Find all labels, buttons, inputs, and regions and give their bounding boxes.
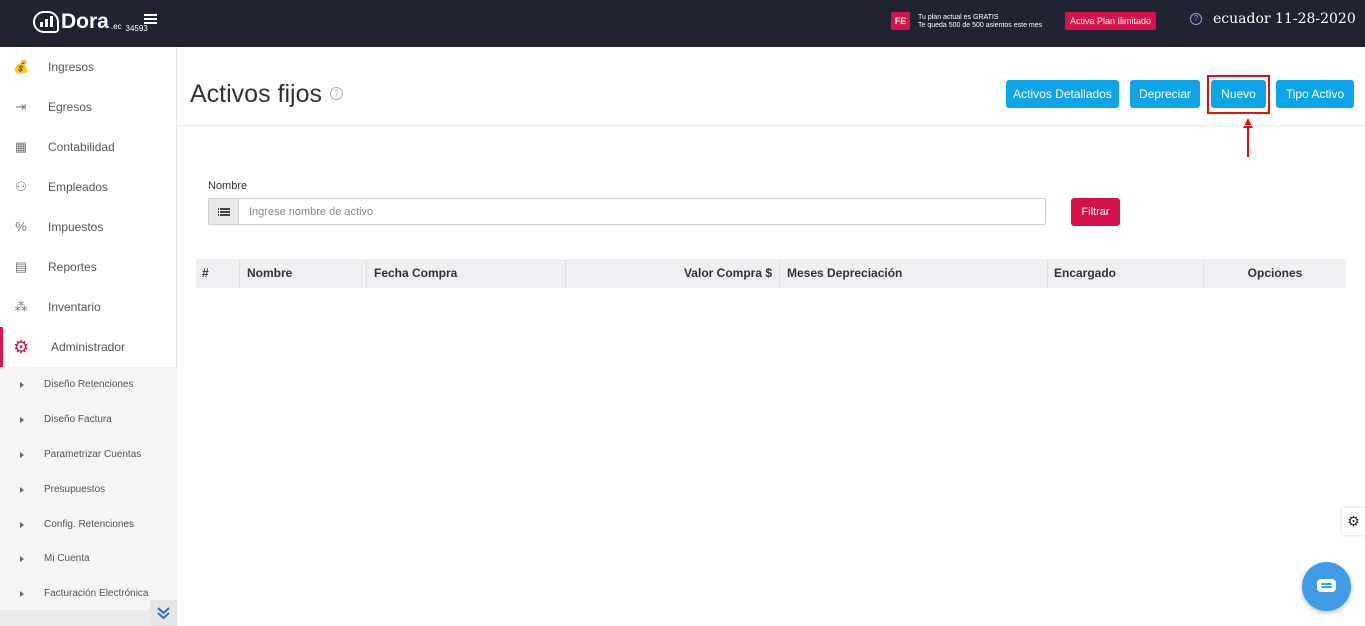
transfer-out-icon: ⇥ bbox=[15, 99, 27, 114]
sidebar-item-label: Empleados bbox=[48, 180, 109, 194]
submenu-item-presupuestos[interactable]: Presupuestos bbox=[0, 472, 177, 507]
sidebar-item-reportes[interactable]: ▤ Reportes bbox=[0, 247, 177, 287]
column-header-opciones[interactable]: Opciones bbox=[1204, 259, 1346, 288]
submenu-item-label: Parametrizar Cuentas bbox=[44, 449, 142, 460]
activate-plan-button[interactable]: Activa Plan Ilimitado bbox=[1065, 12, 1157, 30]
chat-bubble-icon bbox=[1317, 579, 1336, 592]
caret-right-icon bbox=[20, 381, 24, 388]
submenu-item-partial[interactable] bbox=[0, 610, 150, 626]
tax-icon: % bbox=[15, 219, 27, 234]
plan-line-2: Te queda 500 de 500 asientos este mes bbox=[918, 22, 1043, 29]
sidebar-item-ingresos[interactable]: 💰 Ingresos bbox=[0, 47, 177, 87]
help-icon[interactable]: ? bbox=[1190, 13, 1202, 25]
logo-name: Dora bbox=[61, 10, 109, 33]
dora-logo[interactable]: Dora .ec 34593 bbox=[33, 11, 148, 33]
submenu-item-label: Mi Cuenta bbox=[44, 553, 90, 564]
administrador-submenu: Diseño Retenciones Diseño Factura Parame… bbox=[0, 367, 177, 626]
logo-suffix: .ec bbox=[110, 22, 122, 31]
caret-right-icon bbox=[20, 416, 24, 423]
filter-button[interactable]: Filtrar bbox=[1071, 198, 1120, 226]
caret-right-icon bbox=[20, 555, 24, 562]
activos-detallados-button[interactable]: Activos Detallados bbox=[1006, 80, 1119, 108]
sidebar-item-label: Administrador bbox=[51, 340, 126, 354]
divider bbox=[178, 125, 1365, 126]
caret-right-icon bbox=[20, 590, 24, 597]
double-chevron-down-icon bbox=[157, 607, 170, 620]
account-number: 34593 bbox=[125, 24, 148, 33]
page-title: Activos fijos bbox=[190, 80, 322, 108]
list-icon bbox=[208, 198, 239, 225]
fe-badge: FE bbox=[891, 12, 910, 30]
assets-table-header: # Nombre Fecha Compra Valor Compra $ Mes… bbox=[196, 259, 1346, 288]
chart-logo-icon bbox=[33, 11, 59, 33]
submenu-item-diseno-factura[interactable]: Diseño Factura bbox=[0, 402, 177, 437]
settings-gear-icon[interactable]: ⚙ bbox=[1342, 508, 1365, 535]
sidebar-item-inventario[interactable]: ⁂ Inventario bbox=[0, 287, 177, 327]
submenu-item-config-retenciones[interactable]: Config. Retenciones bbox=[0, 507, 177, 542]
money-bag-icon: 💰 bbox=[13, 59, 30, 74]
column-header-number[interactable]: # bbox=[196, 259, 240, 288]
org-chart-icon: ⚇ bbox=[15, 179, 27, 194]
submenu-item-label: Config. Retenciones bbox=[44, 519, 135, 530]
column-header-fecha-compra[interactable]: Fecha Compra bbox=[367, 259, 566, 288]
caret-right-icon bbox=[20, 521, 24, 528]
submenu-item-label: Diseño Retenciones bbox=[44, 379, 134, 390]
hamburger-menu-icon[interactable] bbox=[144, 14, 157, 25]
annotation-highlight-box bbox=[1207, 75, 1270, 114]
submenu-item-label: Facturación Electrónica bbox=[44, 588, 149, 599]
depreciar-button[interactable]: Depreciar bbox=[1130, 80, 1200, 108]
plan-line-1: Tu plan actual es GRATIS bbox=[918, 14, 999, 21]
user-country-date[interactable]: ecuador 11-28-2020 bbox=[1213, 11, 1356, 27]
sidebar-item-contabilidad[interactable]: ▦ Contabilidad bbox=[0, 127, 177, 167]
asset-name-search-input[interactable] bbox=[238, 198, 1046, 225]
submenu-item-mi-cuenta[interactable]: Mi Cuenta bbox=[0, 541, 177, 576]
caret-right-icon bbox=[20, 486, 24, 493]
submenu-item-label: Diseño Factura bbox=[44, 414, 112, 425]
sidebar-item-impuestos[interactable]: % Impuestos bbox=[0, 207, 177, 247]
sidebar-item-empleados[interactable]: ⚇ Empleados bbox=[0, 167, 177, 207]
report-icon: ▤ bbox=[14, 259, 28, 274]
filter-name-label: Nombre bbox=[208, 180, 248, 192]
plan-status: Tu plan actual es GRATIS Te queda 500 de… bbox=[918, 14, 1042, 30]
tipo-activo-button[interactable]: Tipo Activo bbox=[1276, 80, 1354, 108]
sidebar-item-label: Ingresos bbox=[48, 60, 95, 74]
submenu-item-parametrizar-cuentas[interactable]: Parametrizar Cuentas bbox=[0, 437, 177, 472]
sidebar: 💰 Ingresos ⇥ Egresos ▦ Contabilidad ⚇ Em… bbox=[0, 47, 177, 626]
annotation-arrow bbox=[1247, 126, 1249, 157]
top-navbar: Dora .ec 34593 FE Tu plan actual es GRAT… bbox=[0, 0, 1365, 47]
column-header-valor-compra[interactable]: Valor Compra $ bbox=[566, 259, 780, 288]
sidebar-item-label: Inventario bbox=[48, 300, 101, 314]
submenu-item-diseno-retenciones[interactable]: Diseño Retenciones bbox=[0, 367, 177, 402]
calculator-icon: ▦ bbox=[14, 139, 28, 154]
sidebar-item-administrador[interactable]: ⚙ Administrador bbox=[0, 327, 177, 367]
boxes-icon: ⁂ bbox=[14, 299, 28, 314]
sidebar-item-egresos[interactable]: ⇥ Egresos bbox=[0, 87, 177, 127]
submenu-item-label: Presupuestos bbox=[44, 484, 106, 495]
sidebar-item-label: Egresos bbox=[48, 100, 93, 114]
column-header-meses-depreciacion[interactable]: Meses Depreciación bbox=[780, 259, 1048, 288]
sidebar-item-label: Contabilidad bbox=[48, 140, 115, 154]
gear-icon: ⚙ bbox=[13, 337, 30, 357]
help-icon[interactable]: ? bbox=[330, 87, 343, 100]
column-header-encargado[interactable]: Encargado bbox=[1048, 259, 1204, 288]
sidebar-item-label: Reportes bbox=[48, 260, 97, 274]
scroll-down-button[interactable] bbox=[150, 600, 177, 626]
chat-button[interactable] bbox=[1302, 562, 1351, 611]
caret-right-icon bbox=[20, 451, 24, 458]
sidebar-item-label: Impuestos bbox=[48, 220, 104, 234]
column-header-nombre[interactable]: Nombre bbox=[240, 259, 367, 288]
